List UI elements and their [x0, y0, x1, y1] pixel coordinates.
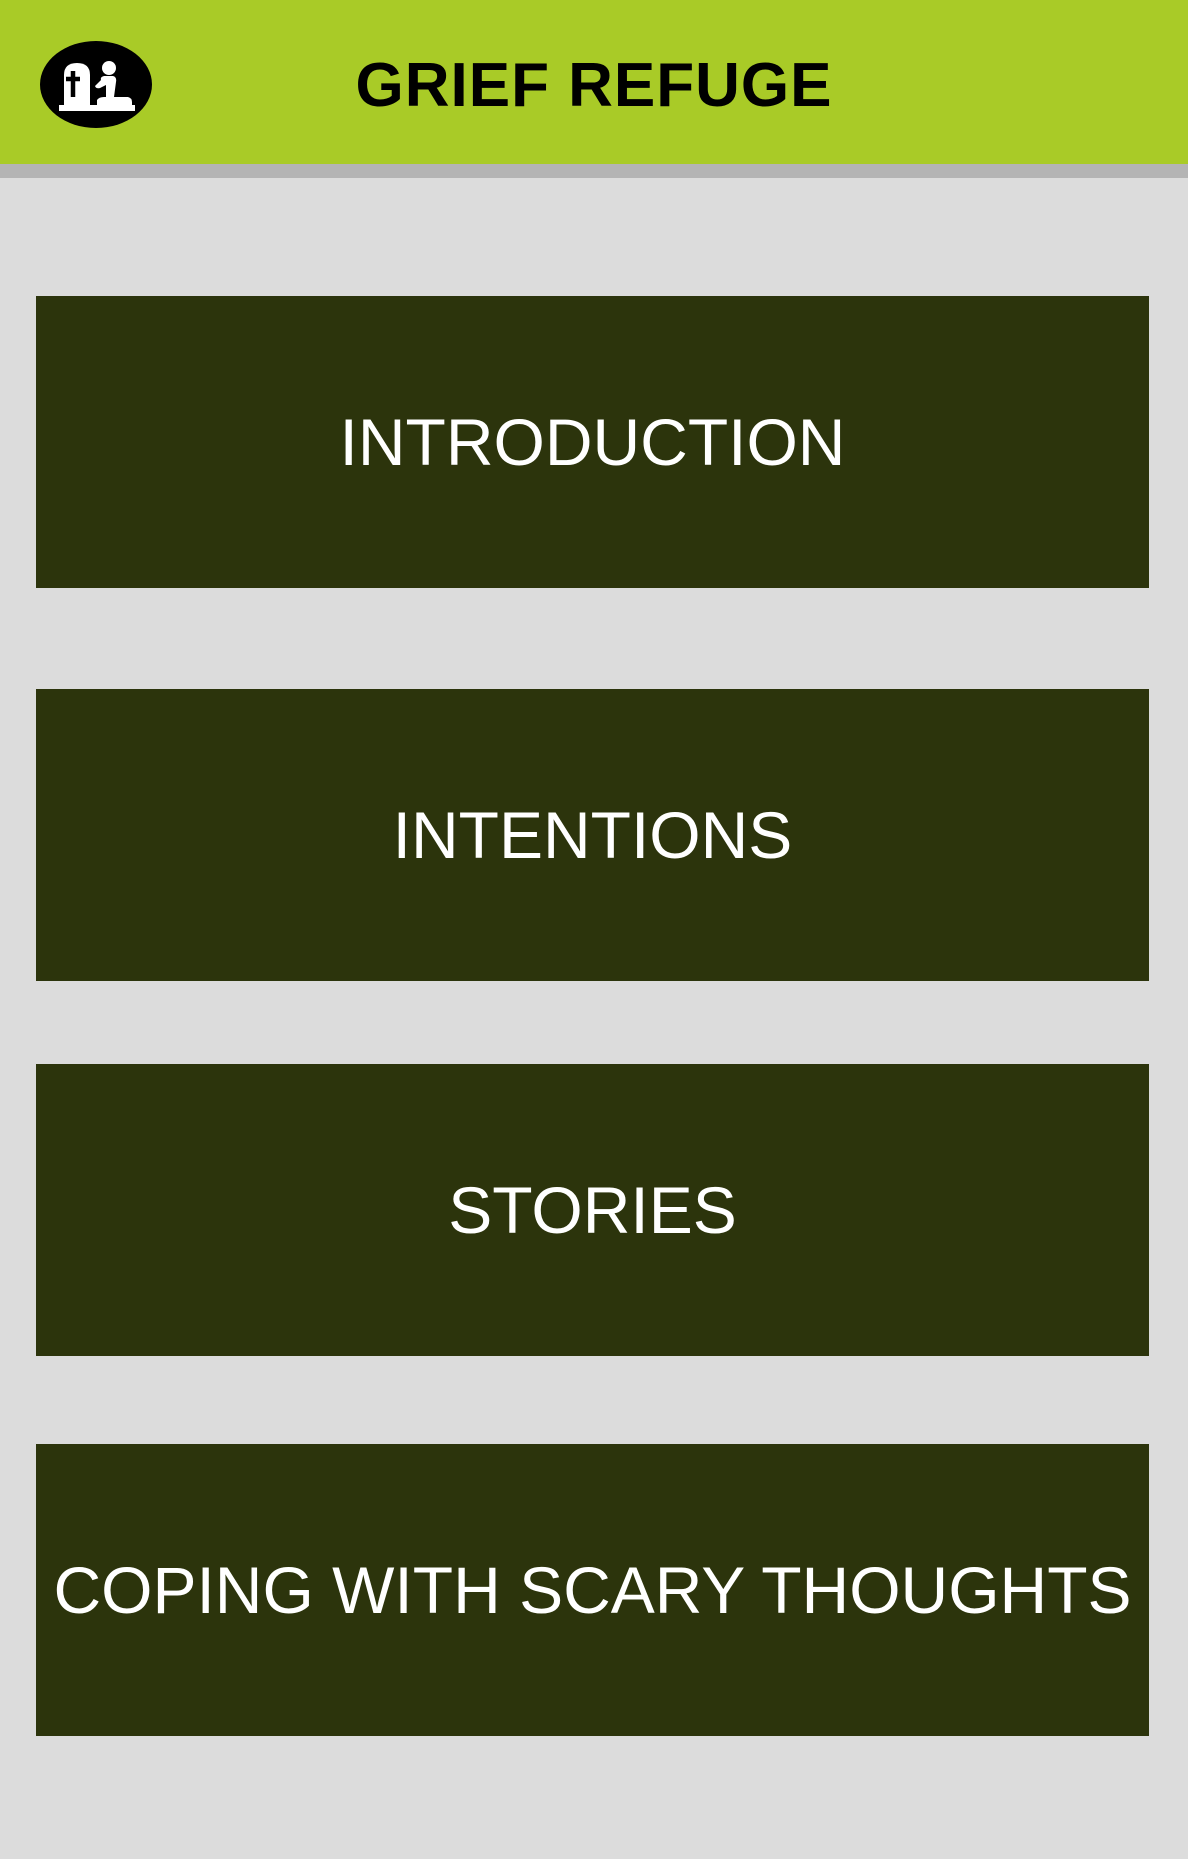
introduction-button[interactable]: INTRODUCTION: [36, 296, 1149, 588]
coping-with-scary-thoughts-button[interactable]: COPING WITH SCARY THOUGHTS: [36, 1444, 1149, 1736]
stories-button[interactable]: STORIES: [36, 1064, 1149, 1356]
app-title: GRIEF REFUGE: [355, 51, 833, 120]
mourner-at-grave-icon[interactable]: [40, 41, 152, 128]
intentions-button[interactable]: INTENTIONS: [36, 689, 1149, 981]
